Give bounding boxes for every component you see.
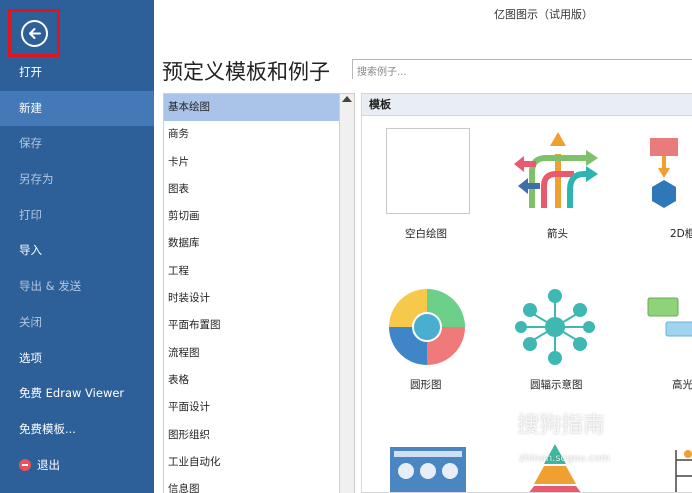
template-label: 高光 <box>672 379 692 391</box>
nav-exit-label: 退出 <box>37 457 60 472</box>
category-item[interactable]: 基本绘图 <box>164 94 339 122</box>
watermark: 搜狗指南 <box>517 413 606 438</box>
nav-import-label: 导入 <box>19 243 42 258</box>
category-item[interactable]: 卡片 <box>164 149 339 176</box>
spoke-diagram-icon <box>515 289 595 365</box>
template-arrows[interactable]: 箭头 <box>512 128 602 243</box>
search-input[interactable] <box>353 63 692 82</box>
nav-free-templates-label: 免费模板... <box>19 421 76 436</box>
blank-page-icon <box>386 128 470 214</box>
template-2d-blocks[interactable]: 2D框 <box>640 128 692 243</box>
backstage-sidebar: 打开 新建 保存 另存为 打印 导入 导出 & 发送 关闭 选项 免费 Edra… <box>0 0 154 493</box>
nav-save[interactable]: 保存 <box>0 126 154 162</box>
category-item[interactable]: 剪切画 <box>164 203 339 230</box>
arrows-icon <box>514 132 598 208</box>
nav-open[interactable]: 打开 <box>0 55 154 91</box>
templates-header: 模板 <box>362 94 692 116</box>
category-item[interactable]: 流程图 <box>164 340 339 367</box>
nav-save-label: 保存 <box>19 136 42 151</box>
nav-export-send[interactable]: 导出 & 发送 <box>0 269 154 305</box>
template-spoke[interactable]: 圆辐示意图 <box>512 284 602 394</box>
pyramid-icon <box>529 444 581 492</box>
template-label: 圆形图 <box>410 379 442 391</box>
template-highlight[interactable]: 高光 <box>640 284 692 394</box>
back-button-highlight <box>8 9 60 57</box>
template-blank[interactable]: 空白绘图 <box>384 128 474 243</box>
nav-close-label: 关闭 <box>19 314 42 329</box>
nav-save-as-label: 另存为 <box>19 172 54 187</box>
nav-options-label: 选项 <box>19 350 42 365</box>
category-item[interactable]: 信息图 <box>164 476 339 493</box>
template-label: 空白绘图 <box>405 228 447 240</box>
page-title: 预定义模板和例子 <box>162 60 330 84</box>
timeline-icon <box>675 450 692 492</box>
nav-exit[interactable]: 退出 <box>0 448 154 484</box>
nav-print[interactable]: 打印 <box>0 198 154 234</box>
nav-new[interactable]: 新建 <box>0 90 154 127</box>
category-item[interactable]: 平面布置图 <box>164 312 339 339</box>
circle-diagram-icon <box>389 289 465 365</box>
nav-open-label: 打开 <box>19 65 42 79</box>
2d-blocks-icon <box>650 138 678 208</box>
scroll-up-arrow-icon[interactable] <box>342 96 352 102</box>
category-item[interactable]: 数据库 <box>164 230 339 257</box>
category-item[interactable]: 商务 <box>164 121 339 148</box>
category-item[interactable]: 表格 <box>164 367 339 394</box>
highlight-icon <box>647 297 692 337</box>
category-list: 基本绘图 商务 卡片 图表 剪切画 数据库 工程 时装设计 平面布置图 流程图 … <box>163 93 340 493</box>
category-item[interactable]: 平面设计 <box>164 394 339 421</box>
search-box[interactable] <box>352 59 692 82</box>
infographic-blocks-icon <box>390 447 466 492</box>
category-item[interactable]: 图形组织 <box>164 422 339 449</box>
nav-close[interactable]: 关闭 <box>0 305 154 341</box>
nav-free-templates[interactable]: 免费模板... <box>0 412 154 448</box>
template-label: 圆辐示意图 <box>530 379 583 391</box>
backstage-nav: 打开 新建 保存 另存为 打印 导入 导出 & 发送 关闭 选项 免费 Edra… <box>0 55 154 483</box>
template-label: 箭头 <box>547 228 568 240</box>
category-item[interactable]: 工业自动化 <box>164 449 339 476</box>
app-title: 亿图图示（试用版） <box>494 8 593 21</box>
watermark-url: zhinan.sogou.com <box>519 453 611 464</box>
exit-icon <box>19 458 31 471</box>
category-item[interactable]: 图表 <box>164 176 339 203</box>
nav-options[interactable]: 选项 <box>0 341 154 377</box>
nav-free-viewer-label: 免费 Edraw Viewer <box>19 386 125 401</box>
template-circle[interactable]: 圆形图 <box>384 284 474 394</box>
category-item[interactable]: 时装设计 <box>164 285 339 312</box>
nav-save-as[interactable]: 另存为 <box>0 162 154 198</box>
nav-new-label: 新建 <box>19 100 42 115</box>
nav-free-viewer[interactable]: 免费 Edraw Viewer <box>0 376 154 412</box>
category-scrollbar[interactable] <box>340 93 355 493</box>
nav-export-send-label: 导出 & 发送 <box>19 279 82 294</box>
nav-print-label: 打印 <box>19 207 42 222</box>
category-item[interactable]: 工程 <box>164 258 339 285</box>
nav-import[interactable]: 导入 <box>0 233 154 269</box>
template-label: 2D框 <box>670 228 692 240</box>
back-arrow-icon[interactable] <box>21 20 48 47</box>
